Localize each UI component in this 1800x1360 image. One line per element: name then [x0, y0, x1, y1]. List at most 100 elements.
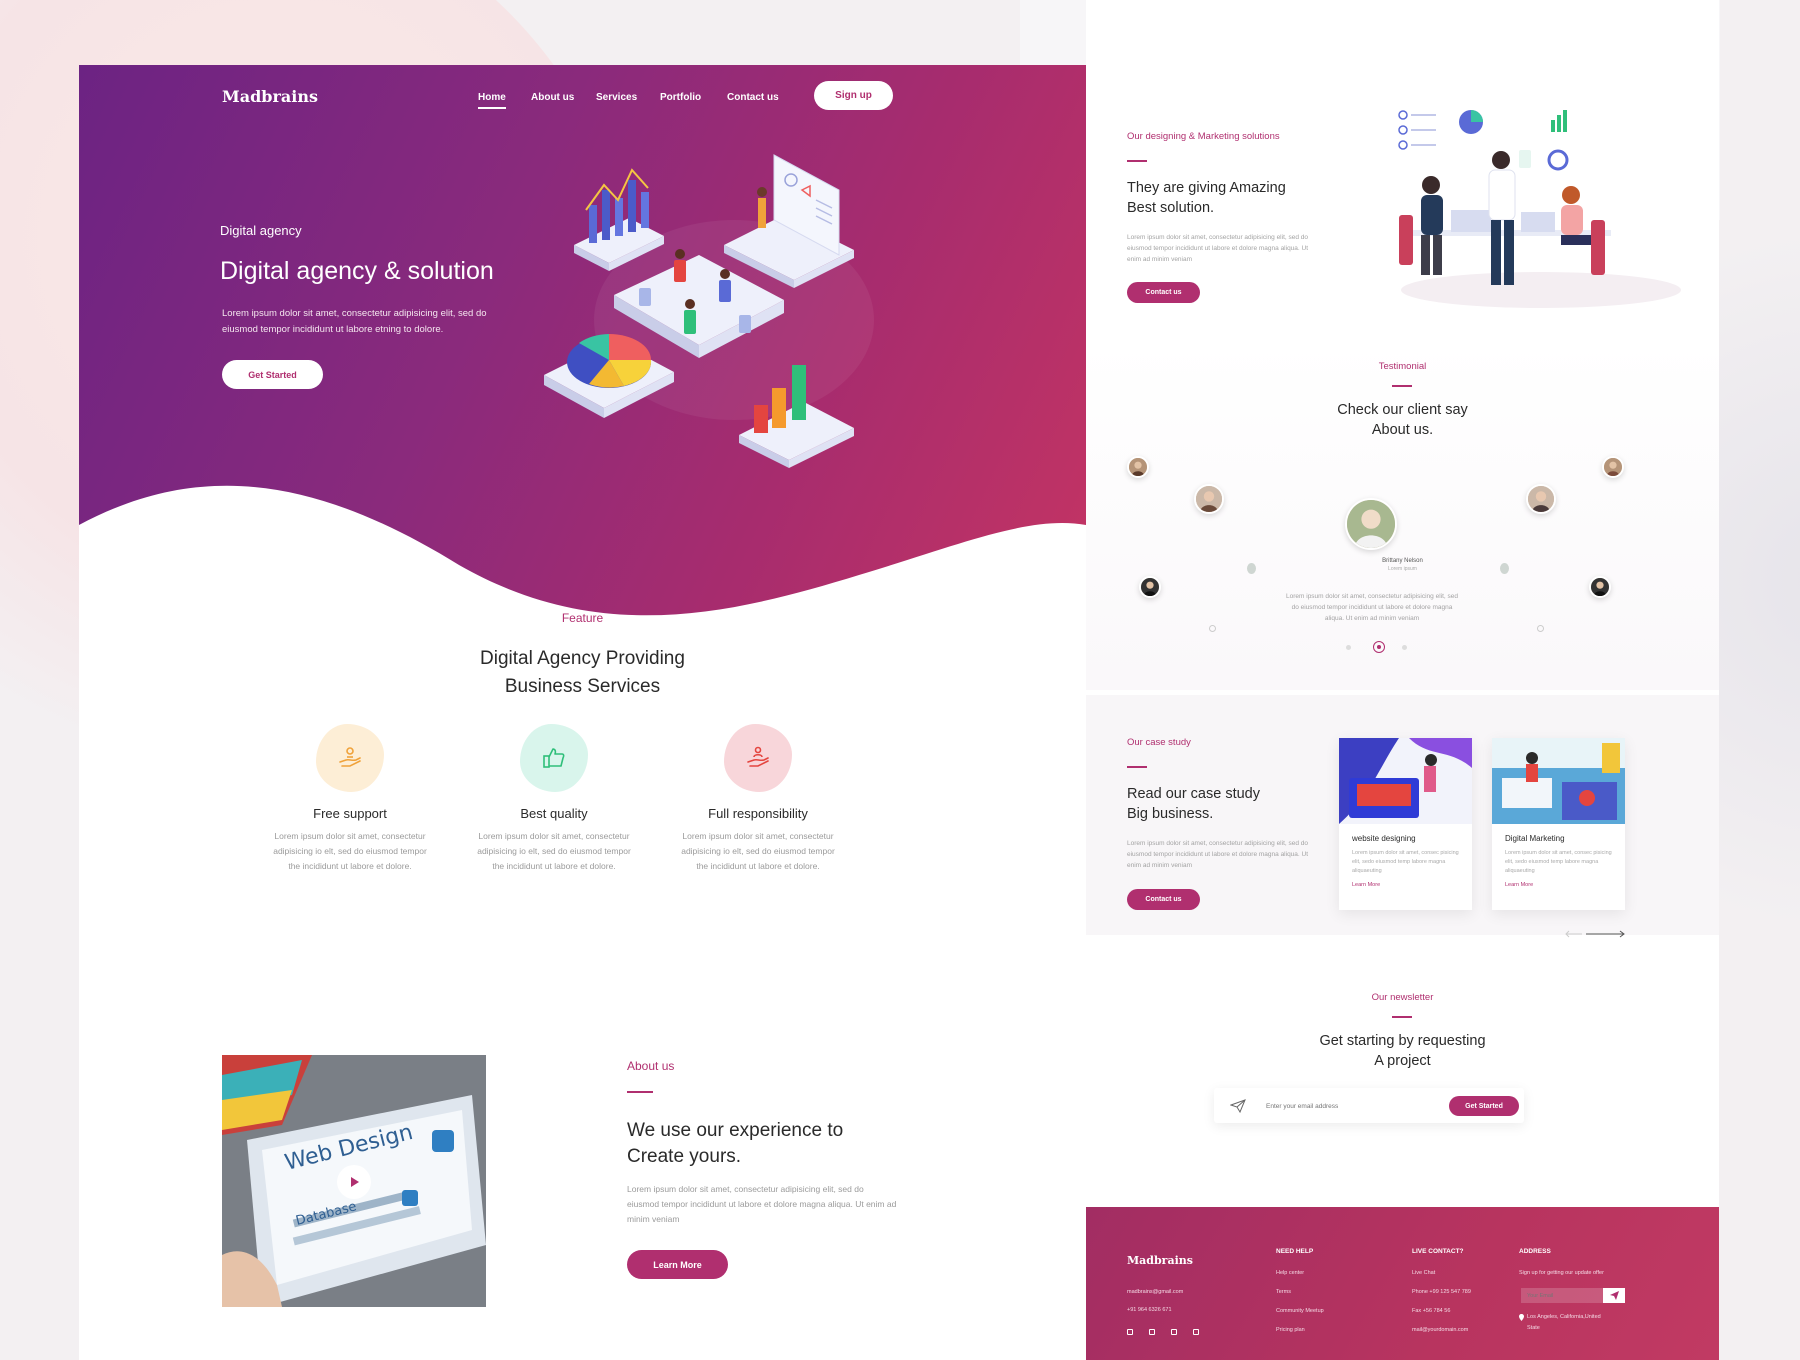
footer-link[interactable]: Help center — [1276, 1270, 1304, 1276]
contact-us-button[interactable]: Contact us — [1127, 282, 1200, 303]
carousel-dot[interactable] — [1402, 645, 1407, 650]
client-avatar[interactable] — [1127, 456, 1149, 478]
arrow-left-icon[interactable] — [1564, 930, 1582, 938]
footer-link[interactable]: mail@yourdomain.com — [1412, 1327, 1468, 1333]
client-avatar[interactable] — [1602, 456, 1624, 478]
case-card-title: Digital Marketing — [1505, 834, 1565, 843]
case-card-title: website designing — [1352, 834, 1416, 843]
testimonial-section — [1086, 340, 1719, 690]
footer-phone: +91 964 6326 671 — [1127, 1307, 1172, 1313]
address-line1: Los Angeles, California,United — [1527, 1314, 1601, 1320]
case-card-digital-marketing[interactable]: Digital Marketing Lorem ipsum dolor sit … — [1492, 738, 1625, 910]
address-signup-text: Sign up for getting our update offer — [1519, 1270, 1604, 1276]
footer-email[interactable]: madbrains@gmail.com — [1127, 1289, 1183, 1295]
footer-brand[interactable]: Madbrains — [1127, 1254, 1193, 1267]
footer-email-input[interactable] — [1521, 1288, 1603, 1303]
play-icon[interactable] — [337, 1165, 371, 1199]
get-started-button[interactable]: Get Started — [1449, 1096, 1519, 1116]
feature-title: Digital Agency Providing Business Servic… — [79, 645, 1086, 701]
feature-title-best-quality: Best quality — [520, 806, 588, 821]
brand-logo[interactable]: Madbrains — [222, 87, 318, 106]
nav-about[interactable]: About us — [531, 92, 574, 103]
client-avatar[interactable] — [1194, 484, 1224, 514]
nav-portfolio[interactable]: Portfolio — [660, 92, 701, 103]
live-contact-heading: LIVE CONTACT? — [1412, 1248, 1464, 1255]
newsletter-title-line1: Get starting by requesting — [1319, 1033, 1486, 1049]
footer-text: Fax +56 784 56 — [1412, 1308, 1451, 1314]
learn-more-button[interactable]: Learn More — [627, 1250, 728, 1279]
linkedin-icon[interactable] — [1171, 1329, 1177, 1335]
divider — [1127, 160, 1147, 162]
client-name: Brittany Nelson — [1382, 558, 1423, 564]
hero-title: Digital agency & solution — [220, 257, 494, 285]
signup-button[interactable]: Sign up — [814, 81, 893, 110]
need-help-heading: NEED HELP — [1276, 1248, 1314, 1255]
feature-eyebrow: Feature — [561, 611, 604, 625]
feature-card-best-quality: Best quality Lorem ipsum dolor sit amet,… — [459, 720, 649, 874]
footer-link[interactable]: Pricing plan — [1276, 1327, 1305, 1333]
footer: Madbrains madbrains@gmail.com +91 964 63… — [1086, 1207, 1719, 1360]
client-avatar[interactable] — [1139, 576, 1161, 598]
arrow-right-icon[interactable] — [1586, 930, 1626, 938]
support-hand-icon — [312, 720, 388, 796]
solutions-description: Lorem ipsum dolor sit amet, consectetur … — [1127, 234, 1309, 263]
responsibility-hand-icon — [720, 720, 796, 796]
client-role: Lorem ipsum — [1388, 566, 1417, 572]
footer-text: Phone +99 125 547 789 — [1412, 1289, 1471, 1295]
divider — [1392, 1016, 1412, 1018]
testimonial-eyebrow: Testimonial — [1378, 361, 1427, 372]
about-eyebrow: About us — [627, 1059, 675, 1073]
testimonial-title-line1: Check our client say — [1337, 402, 1468, 418]
landing-page-left: Madbrains Home About us Services Portfol… — [79, 65, 1086, 1360]
divider — [1127, 766, 1147, 768]
address-heading: ADDRESS — [1519, 1248, 1551, 1255]
featured-client-avatar[interactable] — [1345, 498, 1397, 550]
footer-link[interactable]: Community Meetup — [1276, 1308, 1324, 1314]
send-icon[interactable] — [1603, 1288, 1625, 1303]
decor-dot — [1206, 463, 1211, 468]
location-pin-icon — [1519, 1314, 1524, 1321]
get-started-button[interactable]: Get Started — [222, 360, 323, 389]
divider — [627, 1091, 653, 1093]
feature-title-line1: Digital Agency Providing — [480, 648, 685, 669]
client-avatar[interactable] — [1526, 484, 1556, 514]
newsletter-form: Get Started — [1214, 1088, 1524, 1123]
client-quote: Lorem ipsum dolor sit amet, consectetur … — [1286, 593, 1458, 622]
case-thumbnail — [1339, 738, 1472, 824]
divider — [1392, 385, 1412, 387]
footer-link[interactable]: Live Chat — [1412, 1270, 1435, 1276]
feature-title-free-support: Free support — [313, 806, 387, 821]
carousel-dot-active[interactable] — [1373, 641, 1385, 653]
nav-contact[interactable]: Contact us — [727, 92, 779, 103]
newsletter-eyebrow: Our newsletter — [1371, 992, 1434, 1003]
instagram-icon[interactable] — [1193, 1329, 1199, 1335]
facebook-icon[interactable] — [1127, 1329, 1133, 1335]
feature-desc-free-support: Lorem ipsum dolor sit amet, consectetur … — [273, 831, 427, 871]
about-title: We use our experience to Create yours. — [627, 1118, 843, 1170]
twitter-icon[interactable] — [1149, 1329, 1155, 1335]
client-avatar[interactable] — [1589, 576, 1611, 598]
feature-card-free-support: Free support Lorem ipsum dolor sit amet,… — [255, 720, 445, 874]
case-study-title-line2: Big business. — [1127, 806, 1214, 822]
about-video-thumbnail[interactable]: Web Design Database — [222, 1055, 486, 1307]
feature-desc-full-responsibility: Lorem ipsum dolor sit amet, consectetur … — [681, 831, 835, 871]
case-study-title: Read our case study Big business. — [1127, 784, 1260, 824]
case-study-description: Lorem ipsum dolor sit amet, consectetur … — [1127, 840, 1309, 869]
footer-link[interactable]: Terms — [1276, 1289, 1291, 1295]
carousel-dot[interactable] — [1346, 645, 1351, 650]
learn-more-link[interactable]: Learn More — [1352, 882, 1472, 888]
newsletter-title-line2: A project — [1374, 1053, 1431, 1069]
feature-desc-best-quality: Lorem ipsum dolor sit amet, consectetur … — [477, 831, 631, 871]
learn-more-link[interactable]: Learn More — [1505, 882, 1625, 888]
isometric-illustration — [544, 154, 874, 468]
nav-services[interactable]: Services — [596, 92, 637, 103]
feature-title-full-responsibility: Full responsibility — [708, 806, 808, 821]
about-title-line2: Create yours. — [627, 1146, 742, 1167]
case-card-website-designing[interactable]: website designing Lorem ipsum dolor sit … — [1339, 738, 1472, 910]
team-illustration — [1398, 110, 1681, 308]
contact-us-button[interactable]: Contact us — [1127, 889, 1200, 910]
nav-home[interactable]: Home — [478, 92, 506, 109]
thumbs-up-icon — [516, 720, 592, 796]
email-input[interactable] — [1266, 1098, 1426, 1114]
about-description: Lorem ipsum dolor sit amet, consectetur … — [627, 1184, 897, 1224]
